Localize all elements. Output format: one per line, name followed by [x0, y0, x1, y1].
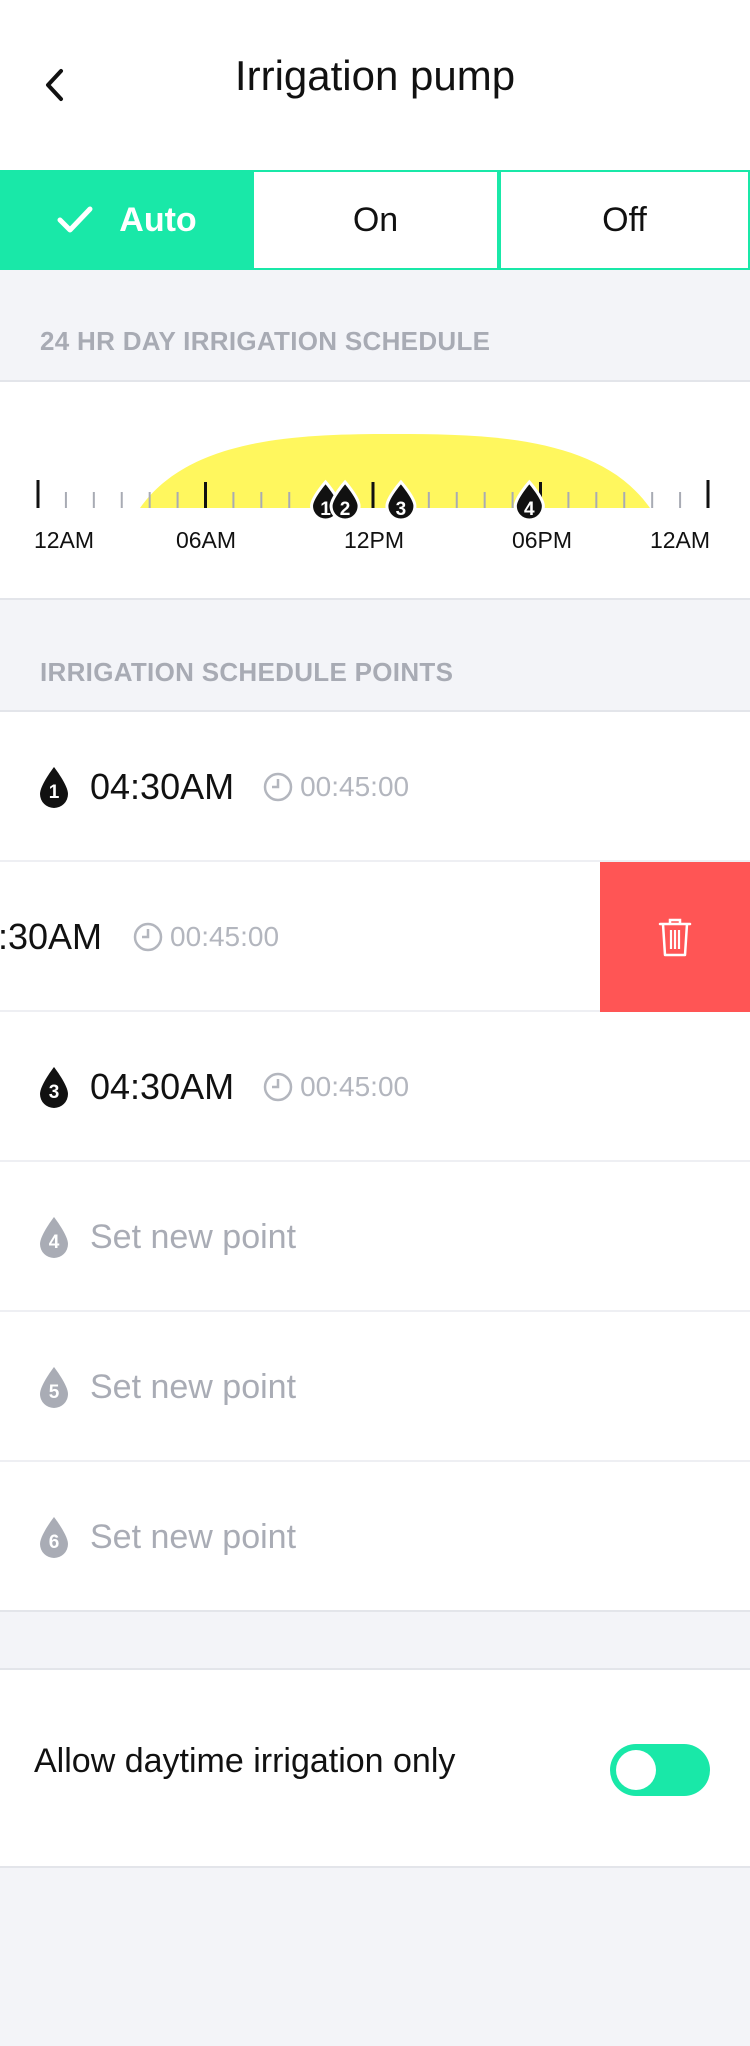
points-section-label: IRRIGATION SCHEDULE POINTS: [40, 657, 454, 687]
mode-on-label: On: [352, 200, 399, 239]
mode-off-label: Off: [602, 200, 647, 239]
daytime-only-label: Allow daytime irrigation only: [34, 1742, 456, 1780]
mode-on-button[interactable]: On: [254, 170, 499, 270]
clock-icon: [133, 922, 163, 952]
tick-label-06am: 06AM: [176, 527, 236, 553]
list-item[interactable]: 1 04:30AM 00:45:00: [0, 712, 750, 862]
mode-auto-label: Auto: [119, 200, 197, 239]
daytime-setting-panel: Allow daytime irrigation only: [0, 1668, 750, 1868]
drop-icon: 4: [36, 1215, 72, 1259]
clock-icon: [263, 772, 293, 802]
point-time: 04:30AM: [90, 766, 235, 807]
tick-label-06pm: 06PM: [512, 527, 572, 553]
tick-label-12am: 12AM: [34, 527, 94, 553]
schedule-point-number: 3: [396, 499, 407, 520]
drop-icon: 5: [36, 1365, 72, 1409]
point-duration: 00:45:00: [262, 1071, 409, 1103]
list-item-empty[interactable]: 6 Set new point: [0, 1462, 750, 1610]
page-title: Irrigation pump: [234, 52, 516, 99]
schedule-chart-panel: 12AM 06AM 12PM 06PM 12AM 12 3 4: [0, 380, 750, 600]
set-new-point-label: Set new point: [90, 1517, 297, 1556]
drop-icon: 6: [36, 1515, 72, 1559]
schedule-point-number: 4: [524, 499, 535, 520]
set-new-point-label: Set new point: [90, 1217, 297, 1256]
checkmark-icon: [57, 206, 93, 234]
point-time: :30AM: [0, 916, 103, 957]
delete-button[interactable]: [600, 862, 750, 1012]
drop-icon: 1: [36, 765, 72, 809]
drop-icon: 3: [36, 1065, 72, 1109]
mode-auto-button[interactable]: Auto: [0, 170, 254, 270]
list-item-swiped[interactable]: :30AM 00:45:00: [0, 862, 750, 1012]
schedule-section-label: 24 HR DAY IRRIGATION SCHEDULE: [40, 326, 491, 356]
list-item-empty[interactable]: 4 Set new point: [0, 1162, 750, 1312]
daytime-only-toggle[interactable]: [610, 1744, 710, 1796]
points-list: 1 04:30AM 00:45:00 :30AM 00:45:00 3 04:3…: [0, 710, 750, 1612]
tick-label-12am-end: 12AM: [650, 527, 710, 553]
mode-segmented-control: Auto On Off: [0, 170, 750, 270]
list-item[interactable]: 3 04:30AM 00:45:00: [0, 1012, 750, 1162]
point-duration: 00:45:00: [262, 771, 409, 803]
schedule-point-number: 2: [340, 499, 351, 520]
header: Irrigation pump: [0, 0, 750, 170]
clock-icon: [263, 1072, 293, 1102]
point-time: 04:30AM: [90, 1066, 235, 1107]
trash-icon: [658, 918, 692, 957]
mode-off-button[interactable]: Off: [499, 170, 750, 270]
tick-label-12pm: 12PM: [344, 527, 404, 553]
toggle-knob: [616, 1750, 656, 1790]
schedule-point-number: 1: [320, 499, 331, 520]
list-item-empty[interactable]: 5 Set new point: [0, 1312, 750, 1462]
schedule-timeline[interactable]: 12AM 06AM 12PM 06PM 12AM 12 3 4: [0, 382, 750, 598]
point-duration: 00:45:00: [132, 921, 279, 953]
set-new-point-label: Set new point: [90, 1367, 297, 1406]
